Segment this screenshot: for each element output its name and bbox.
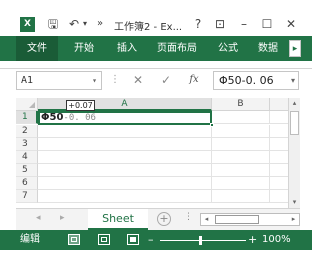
undo-dropdown-icon[interactable]: ▾	[81, 16, 89, 32]
help-button[interactable]: ?	[190, 16, 206, 32]
insert-function-icon[interactable]: fx	[186, 72, 202, 88]
row-header-3[interactable]: 3	[16, 138, 38, 151]
close-button[interactable]: ✕	[283, 16, 299, 32]
row-header-4[interactable]: 4	[16, 151, 38, 164]
bottom-margin	[0, 250, 312, 259]
cell-a5[interactable]	[38, 164, 212, 177]
minimize-button[interactable]: –	[236, 16, 252, 32]
cell-a2[interactable]	[38, 125, 212, 138]
row-header-1[interactable]: 1	[16, 111, 38, 124]
tab-file[interactable]: 文件	[16, 36, 58, 61]
cell-b5[interactable]	[212, 164, 270, 177]
cell-b6[interactable]	[212, 177, 270, 190]
ribbon-scroll-right-icon[interactable]: ▸	[289, 40, 301, 57]
cell-b1[interactable]	[212, 111, 270, 124]
worksheet-grid[interactable]: A B C 1 2 3 4 5 6 7 +0.07 Φ50-0. 06	[16, 98, 300, 208]
cell-b2[interactable]	[212, 125, 270, 138]
customize-qat-icon[interactable]: »	[95, 16, 105, 32]
horizontal-scrollbar[interactable]: ◂ ▸	[200, 213, 300, 226]
scroll-down-icon[interactable]: ▾	[289, 197, 300, 208]
select-all-triangle-icon	[29, 102, 35, 108]
normal-view-icon[interactable]	[68, 234, 80, 245]
chevron-down-icon[interactable]: ▾	[92, 72, 97, 89]
column-header-b[interactable]: B	[212, 98, 270, 111]
expand-formula-icon[interactable]: ▾	[291, 72, 295, 89]
row-header-6[interactable]: 6	[16, 177, 38, 190]
title-bar: X 🖫 ↶ ▾ » 工作簿2 - Ex... ? ⊡ – ☐ ✕	[0, 0, 312, 36]
enter-check-icon[interactable]: ✓	[158, 72, 174, 88]
status-mode: 编辑	[20, 234, 40, 245]
cancel-icon[interactable]: ✕	[130, 72, 146, 88]
column-header-a[interactable]: A	[38, 98, 212, 111]
sheet-tab-sheet[interactable]: Sheet	[88, 209, 148, 230]
row-header-2[interactable]: 2	[16, 125, 38, 138]
vertical-scroll-thumb[interactable]	[290, 111, 299, 135]
select-all-button[interactable]	[16, 98, 38, 111]
row-header-5[interactable]: 5	[16, 164, 38, 177]
tab-data[interactable]: 数据	[258, 36, 278, 61]
cell-a6[interactable]	[38, 177, 212, 190]
excel-logo-icon: X	[20, 17, 35, 32]
cell-lower-tolerance: -0. 06	[63, 113, 96, 123]
active-cell-content: Φ50-0. 06	[41, 111, 96, 125]
cell-a4[interactable]	[38, 151, 212, 164]
scroll-right-icon[interactable]: ▸	[288, 214, 299, 225]
horizontal-scroll-thumb[interactable]	[215, 215, 259, 224]
formula-value: Φ50-0. 06	[219, 74, 274, 87]
scroll-up-icon[interactable]: ▴	[289, 98, 300, 109]
page-break-view-page	[130, 237, 136, 242]
cell-a3[interactable]	[38, 138, 212, 151]
fill-handle[interactable]	[210, 123, 214, 127]
zoom-slider[interactable]	[160, 240, 246, 241]
status-bar: 编辑 – + 100%	[0, 230, 312, 250]
zoom-slider-thumb[interactable]	[199, 236, 202, 245]
sheet-next-icon[interactable]: ▸	[60, 213, 65, 223]
ribbon-display-options-button[interactable]: ⊡	[212, 16, 228, 32]
cell-b4[interactable]	[212, 151, 270, 164]
name-box-value: A1	[21, 75, 34, 86]
save-icon[interactable]: 🖫	[46, 16, 60, 32]
cell-a7[interactable]	[38, 190, 212, 203]
vertical-scrollbar[interactable]: ▴ ▾	[288, 98, 300, 208]
ribbon-tabs: 文件 开始 插入 页面布局 公式 数据 ▸	[0, 36, 312, 61]
ribbon-body	[0, 61, 312, 69]
sheet-prev-icon[interactable]: ◂	[36, 213, 41, 223]
row-header-7[interactable]: 7	[16, 190, 38, 203]
upper-tolerance-box: +0.07	[66, 100, 95, 111]
tab-insert[interactable]: 插入	[117, 36, 137, 61]
formula-bar-separator[interactable]: ⋮	[110, 74, 120, 85]
normal-view-grid	[71, 237, 77, 242]
add-sheet-icon[interactable]: +	[157, 212, 171, 226]
undo-icon[interactable]: ↶	[68, 16, 80, 32]
cell-b7[interactable]	[212, 190, 270, 203]
page-layout-view-icon[interactable]	[98, 234, 110, 245]
page-break-view-icon[interactable]	[127, 234, 139, 245]
maximize-button[interactable]: ☐	[259, 16, 275, 32]
cell-main-value: Φ50	[41, 112, 64, 123]
zoom-in-icon[interactable]: +	[248, 233, 257, 247]
name-box[interactable]: A1 ▾	[16, 71, 102, 90]
cell-b3[interactable]	[212, 138, 270, 151]
page-layout-view-page	[101, 237, 107, 242]
scroll-left-icon[interactable]: ◂	[201, 214, 212, 225]
tab-page-layout[interactable]: 页面布局	[157, 36, 197, 61]
zoom-level[interactable]: 100%	[262, 233, 291, 247]
window-title: 工作簿2 - Ex...	[114, 22, 183, 33]
formula-input[interactable]: Φ50-0. 06 ▾	[213, 71, 299, 90]
tab-home[interactable]: 开始	[74, 36, 94, 61]
tab-split-handle[interactable]: ⋮	[184, 212, 193, 222]
formula-bar: A1 ▾ ⋮ ✕ ✓ fx Φ50-0. 06 ▾	[0, 69, 312, 93]
sheet-tabs-bar: ◂ ▸ Sheet + ⋮ ◂ ▸	[16, 208, 300, 230]
tab-formulas[interactable]: 公式	[218, 36, 238, 61]
zoom-out-icon[interactable]: –	[148, 233, 154, 247]
